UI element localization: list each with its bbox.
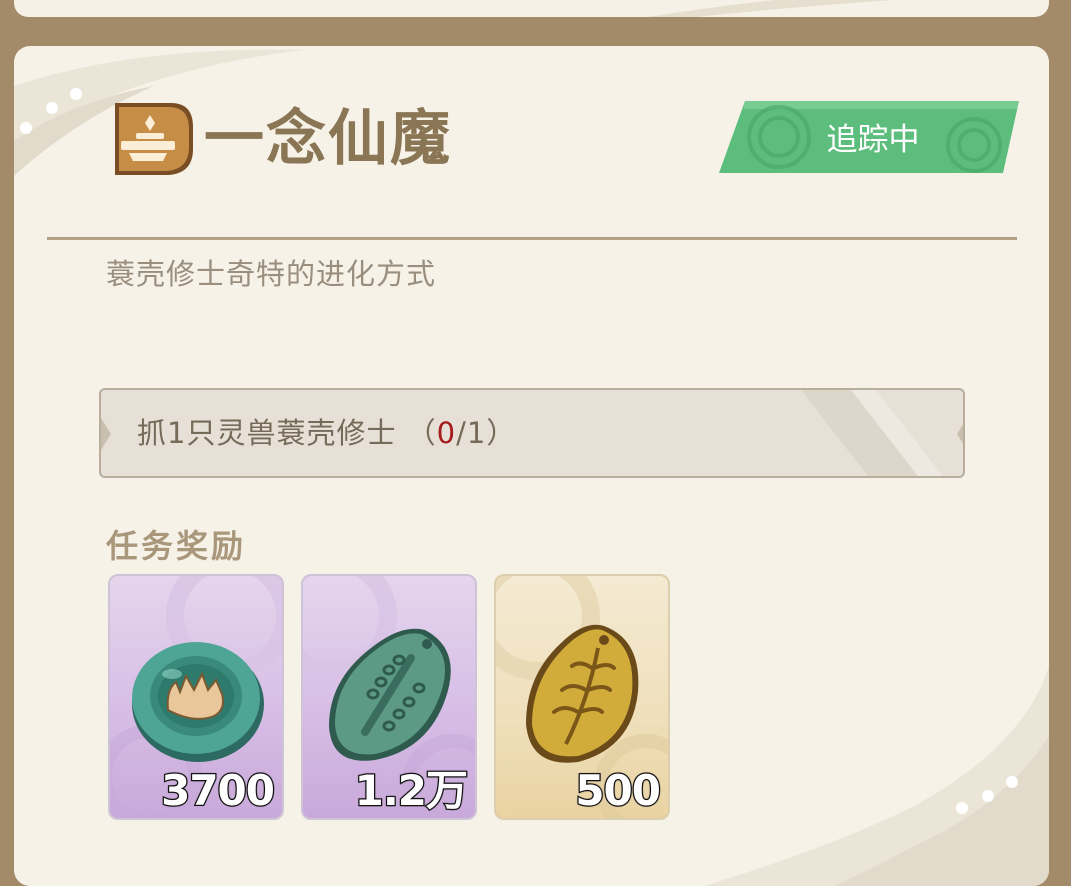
jade-coin-icon (132, 642, 264, 762)
quest-description: 蓑壳修士奇特的进化方式 (106, 257, 437, 291)
previous-quest-panel (14, 0, 1049, 17)
rewards-title: 任务奖励 (106, 527, 247, 565)
quest-panel: 一念仙魔 追踪中 蓑壳修士奇特的进化方式 抓1只灵兽蓑壳修士 （0/1） 任务奖… (14, 46, 1049, 886)
reward-count: 500 (574, 765, 662, 817)
objective-progress-current: 0 (436, 416, 457, 450)
panel-swoosh-decoration (647, 0, 894, 17)
objective-prefix: 抓1只灵兽蓑壳修士 （ (137, 416, 437, 450)
quest-objective[interactable]: 抓1只灵兽蓑壳修士 （0/1） (99, 388, 965, 478)
jade-token-icon (329, 628, 451, 761)
quest-title: 一念仙魔 (204, 104, 452, 174)
objective-suffix: /1） (456, 416, 517, 450)
tracking-label: 追踪中 (826, 121, 920, 157)
reward-count: 3700 (160, 765, 276, 817)
tracking-button[interactable]: 追踪中 (719, 101, 1019, 173)
reward-slot-gold-leaf-token[interactable]: 500 (494, 574, 670, 820)
ceremony-altar-icon (109, 101, 195, 177)
gold-leaf-token-icon (526, 624, 639, 763)
reward-count: 1.2万 (353, 765, 469, 817)
objective-text: 抓1只灵兽蓑壳修士 （0/1） (137, 410, 516, 456)
reward-slot-jade-token[interactable]: 1.2万 (301, 574, 477, 820)
reward-slot-jade-coin[interactable]: 3700 (108, 574, 284, 820)
title-divider (47, 237, 1017, 240)
